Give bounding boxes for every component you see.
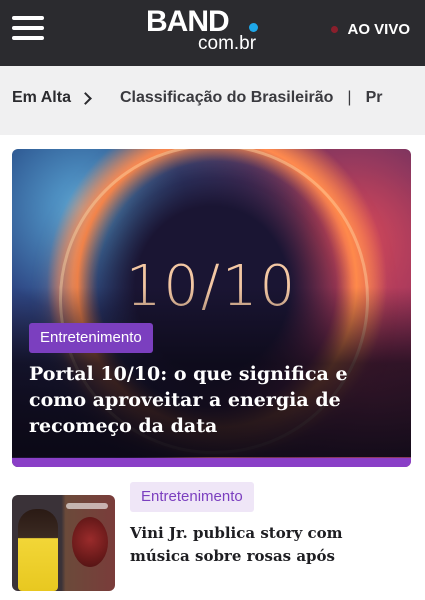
thumbnail-rose: [72, 517, 108, 567]
live-button[interactable]: AO VIVO: [331, 18, 410, 40]
top-header: BAND com.br AO VIVO: [0, 0, 425, 66]
live-dot-icon: [331, 25, 339, 33]
trending-item-next[interactable]: Pr: [366, 89, 383, 107]
logo-domain: com.br: [198, 33, 257, 54]
logo-dot-icon: [249, 23, 258, 32]
band-logo[interactable]: BAND com.br: [146, 6, 266, 56]
article-category-badge[interactable]: Entretenimento: [130, 482, 254, 512]
article-thumbnail[interactable]: [12, 495, 115, 591]
article-title[interactable]: Vini Jr. publica story com música sobre …: [130, 522, 350, 568]
trending-label: Em Alta: [12, 89, 71, 106]
hero-category-badge[interactable]: Entretenimento: [29, 323, 153, 353]
chevron-right-icon: [79, 91, 92, 105]
menu-icon[interactable]: [12, 15, 44, 41]
trending-item-classificacao[interactable]: Classificação do Brasileirão: [120, 89, 333, 107]
article-card[interactable]: Entretenimento Vini Jr. publica story co…: [12, 482, 417, 600]
thumbnail-person: [18, 509, 58, 591]
thumbnail-story-header: [66, 503, 108, 509]
live-label: AO VIVO: [347, 20, 410, 38]
hero-accent-bar: [12, 458, 411, 467]
trending-separator: |: [347, 89, 352, 106]
hero-article-card[interactable]: 10/10 Entretenimento Portal 10/10: o que…: [12, 149, 411, 467]
trending-bar: Em Alta Classificação do Brasileirão | P…: [0, 66, 425, 135]
hero-title[interactable]: Portal 10/10: o que significa e como apr…: [29, 361, 399, 439]
